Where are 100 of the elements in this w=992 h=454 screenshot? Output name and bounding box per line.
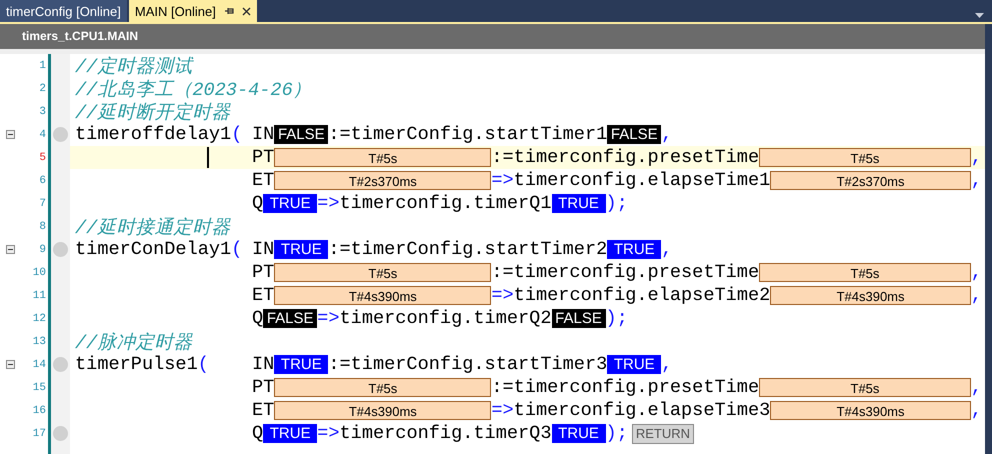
code-comment: //延时接通定时器 [75, 216, 230, 240]
bool-value: TRUE [263, 424, 318, 443]
code-symbol: ); [606, 193, 628, 214]
code-symbol: ( [231, 239, 242, 260]
editor-tab[interactable]: timerConfig [Online] [0, 0, 127, 22]
code-text: :=timerConfig.startTimer3 [328, 354, 608, 375]
time-value: T#2s370ms [274, 171, 492, 190]
bool-value: FALSE [274, 125, 328, 144]
code-text: timeroffdelay1 [75, 124, 232, 145]
code-text: timerPulse1 [75, 354, 198, 375]
line-number: 9 [38, 244, 46, 256]
time-value: T#4s390ms [770, 401, 971, 420]
bool-value: TRUE [552, 424, 606, 443]
return-marker: RETURN [632, 424, 694, 444]
close-icon[interactable] [242, 6, 251, 16]
line-number: 7 [38, 198, 46, 210]
code-text: PT [252, 377, 274, 398]
code-symbol: => [491, 170, 514, 191]
collapse-icon[interactable] [6, 130, 14, 139]
code-symbol: ( [198, 354, 209, 375]
line-number: 3 [38, 106, 46, 118]
code-symbol: , [661, 239, 672, 260]
code-text: :=timerConfig.startTimer2 [328, 239, 608, 260]
time-value: T#4s390ms [770, 286, 971, 305]
code-symbol: => [317, 193, 340, 214]
code-text: timerconfig.elapseTime2 [514, 285, 770, 306]
line-number: 10 [32, 266, 46, 278]
code-symbol: ); [606, 423, 628, 444]
time-value: T#5s [274, 148, 492, 167]
code-text: :=timerConfig.startTimer1 [328, 124, 608, 145]
code-symbol: => [317, 423, 340, 444]
line-number: 13 [32, 336, 46, 348]
code-text: Q [252, 423, 264, 444]
time-value: T#4s390ms [274, 286, 492, 305]
code-symbol: , [661, 124, 672, 145]
code-text: PT [252, 147, 274, 168]
code-symbol: , [970, 170, 982, 191]
code-text: timerconfig.timerQ2 [340, 308, 552, 329]
bool-value: TRUE [607, 240, 662, 259]
code-comment: //北岛李工（2023-4-26） [75, 78, 312, 102]
time-value: T#5s [274, 378, 492, 397]
line-number: 5 [38, 152, 46, 164]
code-text: :=timerconfig.presetTime [491, 262, 760, 283]
time-value: T#2s370ms [770, 171, 971, 190]
line-number: 15 [32, 382, 46, 394]
time-value: T#4s390ms [274, 401, 492, 420]
code-text: IN [252, 239, 274, 260]
code-text: ET [252, 285, 274, 306]
line-number: 17 [32, 428, 46, 440]
code-text: Q [252, 193, 264, 214]
editor-tab[interactable]: MAIN [Online] [128, 0, 257, 22]
bool-value: FALSE [552, 309, 606, 328]
line-number: 4 [38, 128, 46, 140]
time-value: T#5s [759, 148, 971, 167]
code-comment: //定时器测试 [75, 56, 192, 78]
code-text: timerconfig.timerQ3 [340, 423, 552, 444]
code-symbol: , [970, 147, 982, 168]
code-symbol: => [317, 308, 340, 329]
time-value: T#5s [759, 263, 971, 282]
line-number: 1 [38, 60, 46, 72]
time-value: T#5s [759, 378, 971, 397]
bool-value: TRUE [274, 355, 328, 374]
code-text: ET [252, 400, 274, 421]
code-symbol: ( [231, 124, 242, 145]
bool-value: TRUE [552, 194, 606, 213]
code-text: timerconfig.elapseTime3 [514, 400, 770, 421]
line-number: 11 [32, 290, 46, 302]
code-text: IN [252, 354, 274, 375]
code-symbol: , [970, 285, 982, 306]
line-number: 2 [38, 82, 46, 94]
pin-icon[interactable] [224, 6, 234, 16]
code-symbol: , [970, 400, 982, 421]
dropdown-icon[interactable] [975, 13, 984, 18]
collapse-icon[interactable] [6, 360, 14, 369]
code-comment: //延时断开定时器 [75, 102, 230, 124]
bool-value: FALSE [607, 125, 662, 144]
bool-value: TRUE [607, 355, 662, 374]
line-number: 12 [32, 312, 46, 324]
bool-value: TRUE [274, 240, 328, 259]
line-number: 14 [32, 358, 46, 370]
code-text: Q [252, 308, 264, 329]
collapse-icon[interactable] [6, 245, 14, 254]
line-number: 8 [38, 220, 46, 232]
code-symbol: ); [606, 308, 628, 329]
time-value: T#5s [274, 263, 492, 282]
code-text: timerconfig.timerQ1 [340, 193, 552, 214]
code-symbol: , [661, 354, 672, 375]
code-symbol: , [970, 262, 982, 283]
bool-value: TRUE [263, 194, 318, 213]
line-number: 16 [32, 404, 46, 416]
code-symbol: => [491, 400, 514, 421]
code-text: PT [252, 262, 274, 283]
code-text: :=timerconfig.presetTime [491, 147, 760, 168]
code-text: timerConDelay1 [75, 239, 232, 260]
code-symbol: => [491, 285, 514, 306]
code-text: timerconfig.elapseTime1 [514, 170, 770, 191]
text-cursor [207, 147, 209, 168]
code-symbol: , [970, 377, 982, 398]
code-comment: //脉冲定时器 [75, 331, 192, 354]
line-number: 6 [38, 174, 46, 186]
